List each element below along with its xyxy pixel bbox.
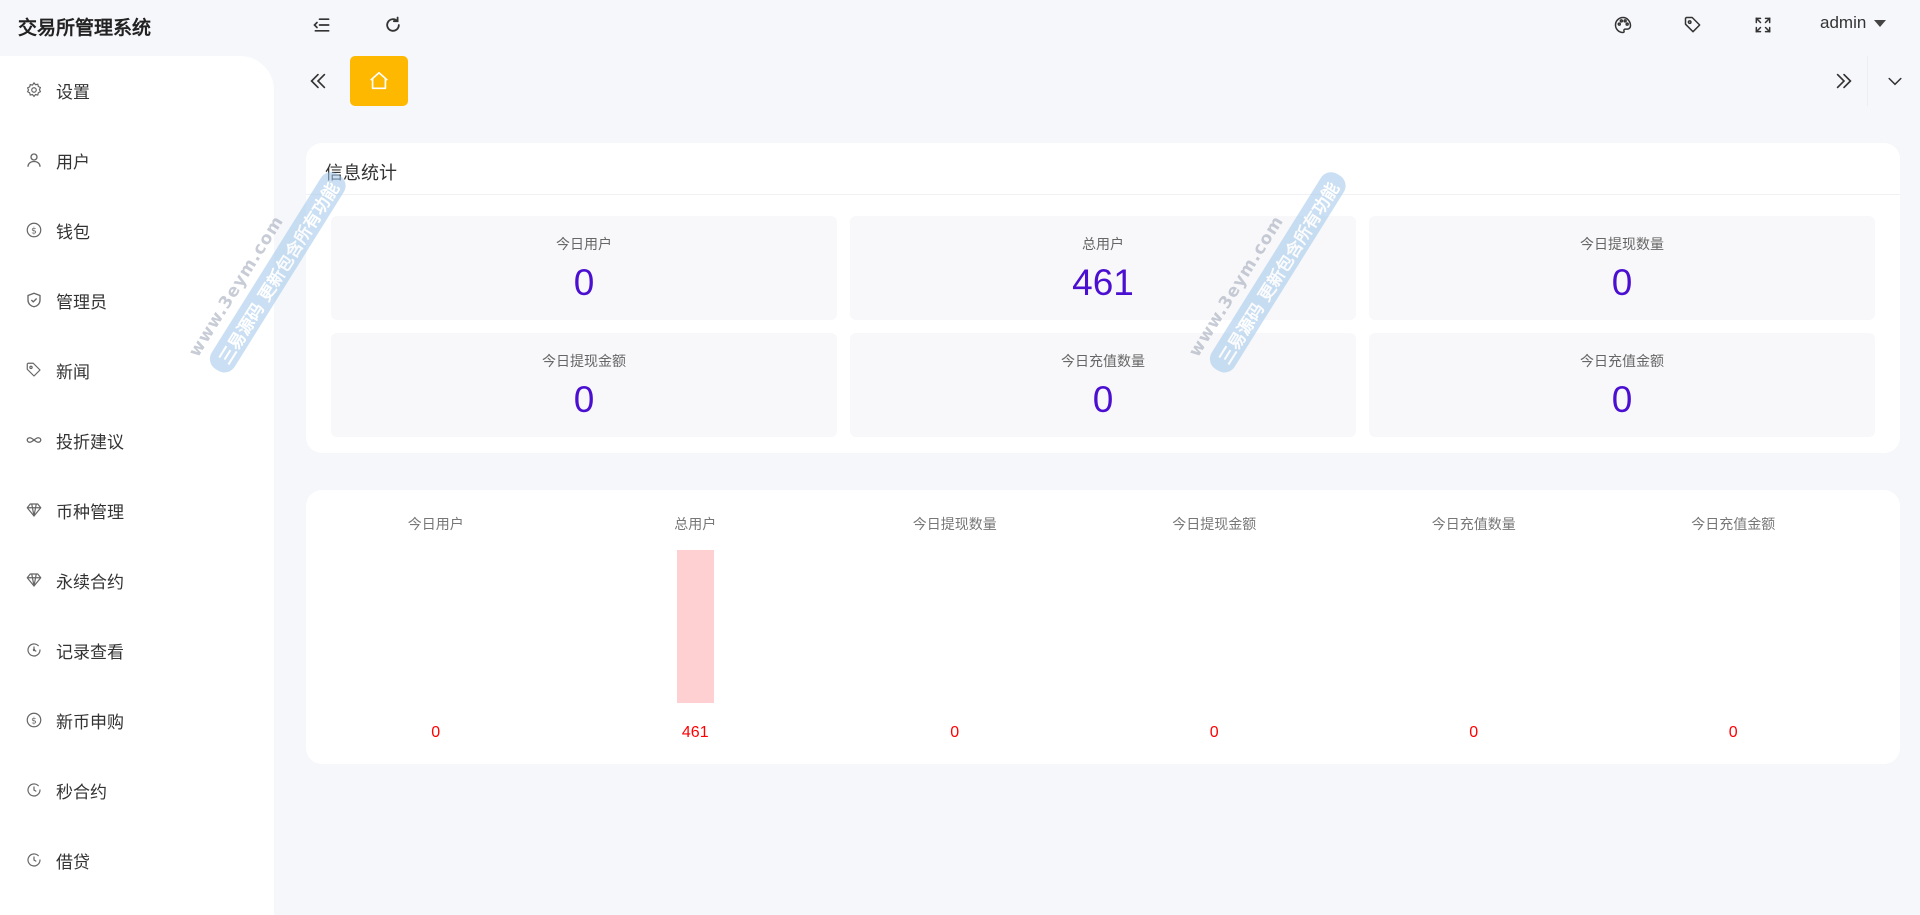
sidebar-item-admins[interactable]: 管理员 xyxy=(0,280,274,320)
tabs-scroll-left-button[interactable] xyxy=(303,66,333,96)
sidebar-item-label: 管理员 xyxy=(56,292,107,313)
indent-icon xyxy=(313,18,330,32)
refresh-icon xyxy=(386,16,400,32)
chart-data-label: 461 xyxy=(681,724,709,741)
theme-button[interactable] xyxy=(1609,11,1637,39)
chart-bar xyxy=(676,550,714,703)
fullscreen-button[interactable] xyxy=(1749,11,1777,39)
sidebar-item-label: 新币申购 xyxy=(56,712,124,733)
chevron-down-icon xyxy=(1874,19,1887,27)
stat-value: 461 xyxy=(1072,262,1134,303)
stat-value: 0 xyxy=(573,379,595,420)
sidebar-item-label: 币种管理 xyxy=(56,502,124,523)
tag-icon xyxy=(24,360,44,380)
sidebar-collapse-button[interactable] xyxy=(308,11,336,39)
stats-card-header: 信息统计 xyxy=(306,143,1900,195)
sidebar: 设置 用户 $ 钱包 管理员 新闻 投折建议 币种管理 永续合约 记录查看 $ … xyxy=(0,56,274,915)
chart-data-label: 0 xyxy=(950,724,960,741)
palette-icon xyxy=(1614,16,1632,34)
diamond-icon xyxy=(24,570,44,590)
chart-category-label: 今日用户 xyxy=(407,517,464,533)
stat-today-recharge-count: 今日充值数量 0 xyxy=(850,333,1356,437)
chart-category-label: 今日提现金额 xyxy=(1172,517,1257,533)
chart-data-label: 0 xyxy=(1728,724,1738,741)
stat-label: 今日充值金额 xyxy=(1580,354,1664,370)
user-name: admin xyxy=(1820,13,1867,32)
user-icon xyxy=(24,150,44,170)
double-chevron-right-icon xyxy=(1836,73,1852,89)
user-menu[interactable]: admin xyxy=(1820,13,1887,33)
chart-card: 今日用户 0 总用户 461 今日提现数量 0 今日提现金额 0 今日充值数量 0 今日充值金额 0 xyxy=(306,490,1900,764)
sidebar-item-label: 设置 xyxy=(56,82,90,103)
stat-label: 今日用户 xyxy=(556,237,612,253)
chart-category-label: 今日充值数量 xyxy=(1431,517,1516,533)
stat-today-withdraw-amount: 今日提现金额 0 xyxy=(331,333,837,437)
sidebar-item-label: 借贷 xyxy=(56,852,90,873)
chart-data-label: 0 xyxy=(431,724,441,741)
refresh-button[interactable] xyxy=(379,11,407,39)
stats-card-title: 信息统计 xyxy=(325,163,397,184)
stat-label: 总用户 xyxy=(1082,237,1124,253)
sidebar-item-settings[interactable]: 设置 xyxy=(0,70,274,110)
chevron-down-icon xyxy=(1888,77,1902,86)
sidebar-item-records[interactable]: 记录查看 xyxy=(0,630,274,670)
dollar-icon: $ xyxy=(24,710,44,730)
svg-text:$: $ xyxy=(31,226,37,236)
chart-category-label: 今日充值金额 xyxy=(1691,517,1776,533)
stat-today-recharge-amount: 今日充值金额 0 xyxy=(1369,333,1875,437)
tabs-menu-button[interactable] xyxy=(1880,66,1910,96)
clock-arrow-icon xyxy=(24,780,44,800)
sidebar-item-perpetual[interactable]: 永续合约 xyxy=(0,560,274,600)
clock-arrow-icon xyxy=(24,850,44,870)
sidebar-item-wallet[interactable]: $ 钱包 xyxy=(0,210,274,250)
svg-text:$: $ xyxy=(31,716,37,726)
app-title: 交易所管理系统 xyxy=(18,17,152,39)
diamond-icon xyxy=(24,500,44,520)
home-icon xyxy=(370,71,388,90)
stat-value: 0 xyxy=(1611,262,1633,303)
stats-card: 信息统计 今日用户 0 总用户 461 今日提现数量 0 今日提现金额 0 今日… xyxy=(306,143,1900,453)
chart-data-label: 0 xyxy=(1469,724,1479,741)
sidebar-item-label: 钱包 xyxy=(56,222,90,243)
sidebar-item-feedback[interactable]: 投折建议 xyxy=(0,420,274,460)
clock-arrow-icon xyxy=(24,640,44,660)
infinity-icon xyxy=(24,430,44,450)
chart-data-label: 0 xyxy=(1209,724,1219,741)
stat-label: 今日充值数量 xyxy=(1061,354,1145,370)
sidebar-item-news[interactable]: 新闻 xyxy=(0,350,274,390)
stat-today-users: 今日用户 0 xyxy=(331,216,837,320)
tabs-scroll-right-button[interactable] xyxy=(1829,66,1859,96)
tab-home[interactable] xyxy=(350,56,408,106)
sidebar-item-lending[interactable]: 借贷 xyxy=(0,840,274,880)
gear-icon xyxy=(24,80,44,100)
sidebar-item-label: 投折建议 xyxy=(56,432,124,453)
stat-value: 0 xyxy=(573,262,595,303)
sidebar-item-new-coin[interactable]: $ 新币申购 xyxy=(0,700,274,740)
tag-button[interactable] xyxy=(1679,11,1707,39)
dollar-icon: $ xyxy=(24,220,44,240)
stat-today-withdraw-count: 今日提现数量 0 xyxy=(1369,216,1875,320)
chart-category-label: 总用户 xyxy=(674,517,717,533)
stat-label: 今日提现金额 xyxy=(542,354,626,370)
fullscreen-icon xyxy=(1755,17,1771,33)
stat-total-users: 总用户 461 xyxy=(850,216,1356,320)
stat-value: 0 xyxy=(1611,379,1633,420)
sidebar-item-label: 新闻 xyxy=(56,362,90,383)
sidebar-item-label: 用户 xyxy=(56,152,90,173)
sidebar-item-label: 记录查看 xyxy=(56,642,124,663)
sidebar-item-users[interactable]: 用户 xyxy=(0,140,274,180)
tag-icon xyxy=(1684,16,1701,33)
sidebar-item-label: 永续合约 xyxy=(56,572,124,593)
tab-divider xyxy=(1867,56,1868,106)
chart-category-label: 今日提现数量 xyxy=(912,517,997,533)
sidebar-item-second-contract[interactable]: 秒合约 xyxy=(0,770,274,810)
sidebar-item-label: 秒合约 xyxy=(56,782,107,803)
double-chevron-left-icon xyxy=(310,73,326,89)
stat-value: 0 xyxy=(1092,379,1114,420)
stat-label: 今日提现数量 xyxy=(1580,237,1664,253)
top-bar: 交易所管理系统 admin xyxy=(0,0,1920,50)
shield-icon xyxy=(24,290,44,310)
sidebar-item-currencies[interactable]: 币种管理 xyxy=(0,490,274,530)
